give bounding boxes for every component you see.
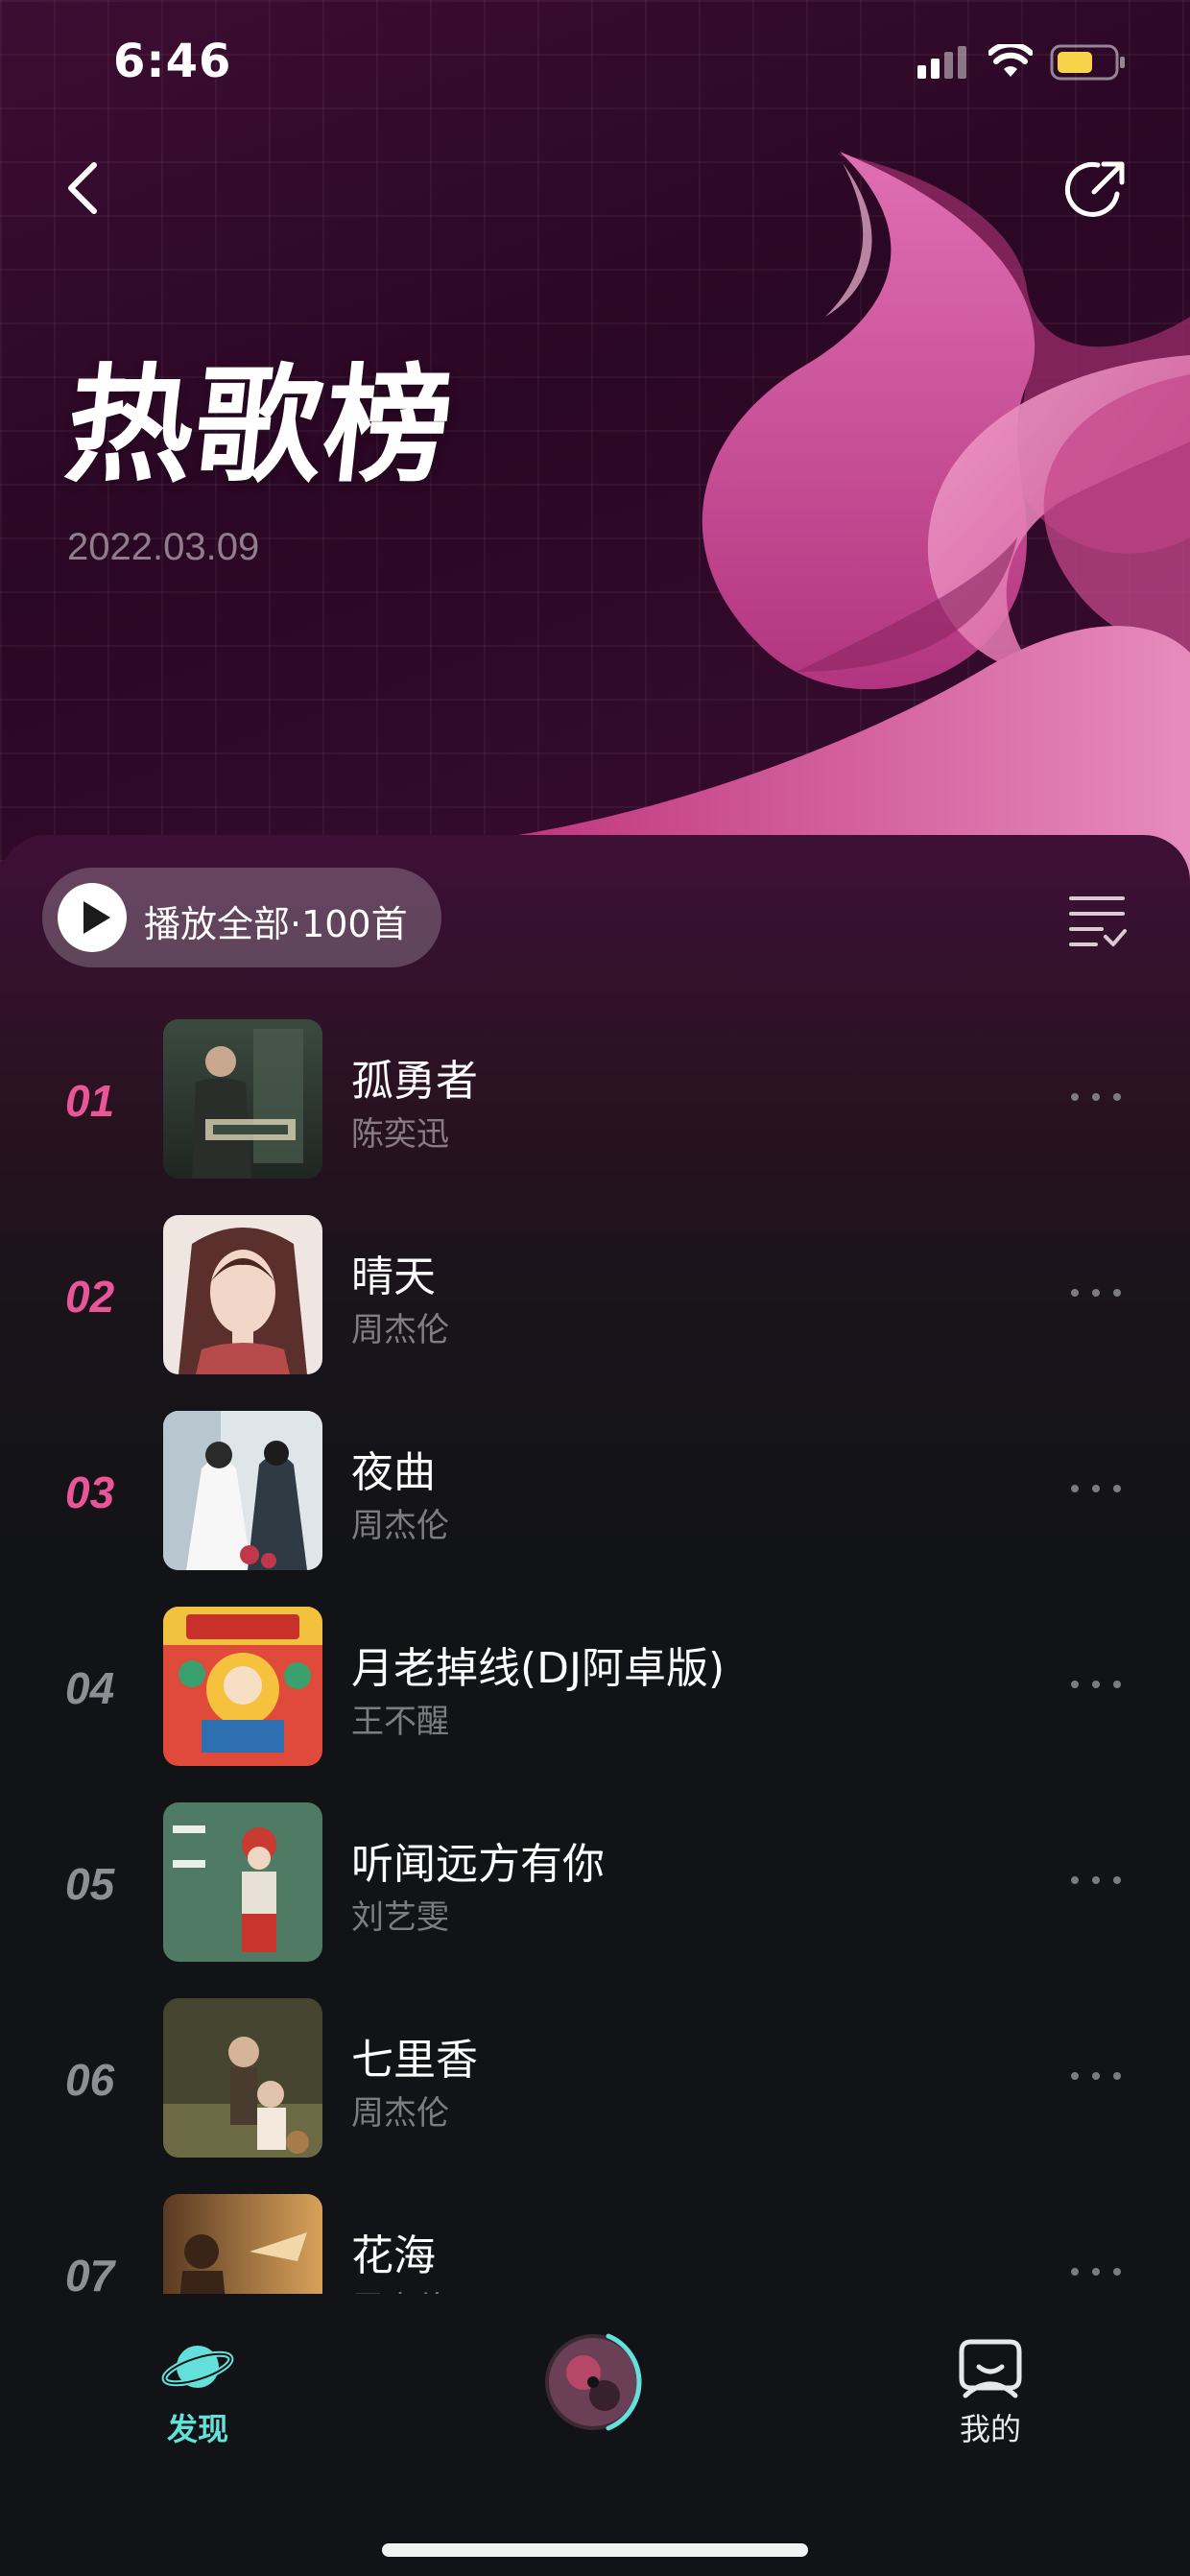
chart-header: 6:46 热歌榜 2022.03.09 bbox=[0, 0, 1190, 883]
album-cover bbox=[163, 1802, 322, 1962]
song-artist: 周杰伦 bbox=[351, 1311, 449, 1349]
list-check-icon bbox=[1069, 896, 1127, 946]
more-options-button[interactable] bbox=[1067, 1480, 1125, 1499]
song-rank: 06 bbox=[65, 2055, 115, 2105]
song-title: 孤勇者 bbox=[351, 1057, 478, 1106]
share-button[interactable] bbox=[1059, 154, 1132, 227]
song-row[interactable]: 01 孤勇者 陈奕迅 bbox=[0, 1019, 1190, 1215]
multi-select-button[interactable] bbox=[1067, 893, 1129, 950]
tab-discover[interactable]: 发现 bbox=[144, 2334, 251, 2449]
song-artist: 周杰伦 bbox=[351, 2094, 449, 2133]
song-row[interactable]: 02 晴天 周杰伦 bbox=[0, 1215, 1190, 1411]
more-options-button[interactable] bbox=[1067, 1676, 1125, 1695]
now-playing-disc-icon bbox=[545, 2333, 642, 2431]
page-title: 热歌榜 bbox=[59, 352, 462, 500]
more-options-button[interactable] bbox=[1067, 1284, 1125, 1303]
song-title: 七里香 bbox=[351, 2036, 478, 2085]
album-cover bbox=[163, 1607, 322, 1766]
more-options-button[interactable] bbox=[1067, 2067, 1125, 2087]
play-all-label: 播放全部·100首 bbox=[144, 903, 408, 945]
more-options-button[interactable] bbox=[1067, 2263, 1125, 2282]
more-options-button[interactable] bbox=[1067, 1872, 1125, 1891]
cellular-signal-icon bbox=[917, 46, 966, 79]
song-artist: 周杰伦 bbox=[351, 1507, 449, 1545]
album-cover bbox=[163, 1998, 322, 2158]
song-row[interactable]: 03 夜曲 周杰伦 bbox=[0, 1411, 1190, 1607]
app-root: 6:46 热歌榜 2022.03.09 播放全部·100首 01 孤勇者 陈奕迅… bbox=[0, 0, 1190, 2576]
song-rank: 03 bbox=[65, 1467, 115, 1517]
song-artist: 刘艺雯 bbox=[351, 1898, 449, 1937]
album-cover bbox=[163, 1019, 322, 1179]
song-list-panel: 播放全部·100首 01 孤勇者 陈奕迅 02 晴天 周杰伦 03 夜曲 周杰伦… bbox=[0, 835, 1190, 2313]
tab-mine-label: 我的 bbox=[959, 2411, 1021, 2447]
album-cover bbox=[163, 1215, 322, 1374]
album-cover bbox=[163, 1411, 322, 1570]
song-rank: 01 bbox=[65, 1076, 115, 1126]
battery-icon bbox=[1050, 44, 1125, 81]
tab-mine[interactable]: 我的 bbox=[937, 2334, 1044, 2449]
wifi-icon bbox=[988, 44, 1033, 77]
song-row[interactable]: 06 七里香 周杰伦 bbox=[0, 1998, 1190, 2194]
song-rank: 05 bbox=[65, 1859, 115, 1909]
song-row[interactable]: 04 月老掉线(DJ阿卓版) 王不醒 bbox=[0, 1607, 1190, 1802]
song-title: 花海 bbox=[351, 2231, 436, 2280]
chevron-left-icon bbox=[68, 162, 97, 214]
share-icon bbox=[1064, 161, 1125, 217]
song-rank: 04 bbox=[65, 1663, 115, 1713]
bottom-tab-bar: 发现 我的 bbox=[0, 2294, 1190, 2576]
chart-date: 2022.03.09 bbox=[67, 526, 260, 568]
planet-icon bbox=[161, 2346, 234, 2388]
song-artist: 陈奕迅 bbox=[351, 1115, 449, 1154]
status-bar: 6:46 bbox=[0, 0, 1190, 125]
more-options-button[interactable] bbox=[1067, 1088, 1125, 1108]
back-button[interactable] bbox=[56, 155, 109, 221]
song-artist: 王不醒 bbox=[351, 1703, 449, 1741]
song-title: 晴天 bbox=[351, 1252, 436, 1301]
song-title: 听闻远方有你 bbox=[351, 1840, 605, 1889]
now-playing-button[interactable] bbox=[539, 2323, 658, 2442]
user-icon bbox=[959, 2339, 1022, 2398]
play-all-button[interactable]: 播放全部·100首 bbox=[42, 868, 441, 967]
status-time: 6:46 bbox=[113, 35, 232, 88]
home-indicator bbox=[382, 2543, 808, 2557]
play-icon bbox=[58, 883, 127, 952]
song-rank: 02 bbox=[65, 1272, 115, 1322]
tab-discover-label: 发现 bbox=[166, 2411, 228, 2447]
song-row[interactable]: 05 听闻远方有你 刘艺雯 bbox=[0, 1802, 1190, 1998]
song-title: 月老掉线(DJ阿卓版) bbox=[351, 1644, 726, 1693]
song-title: 夜曲 bbox=[351, 1448, 436, 1497]
